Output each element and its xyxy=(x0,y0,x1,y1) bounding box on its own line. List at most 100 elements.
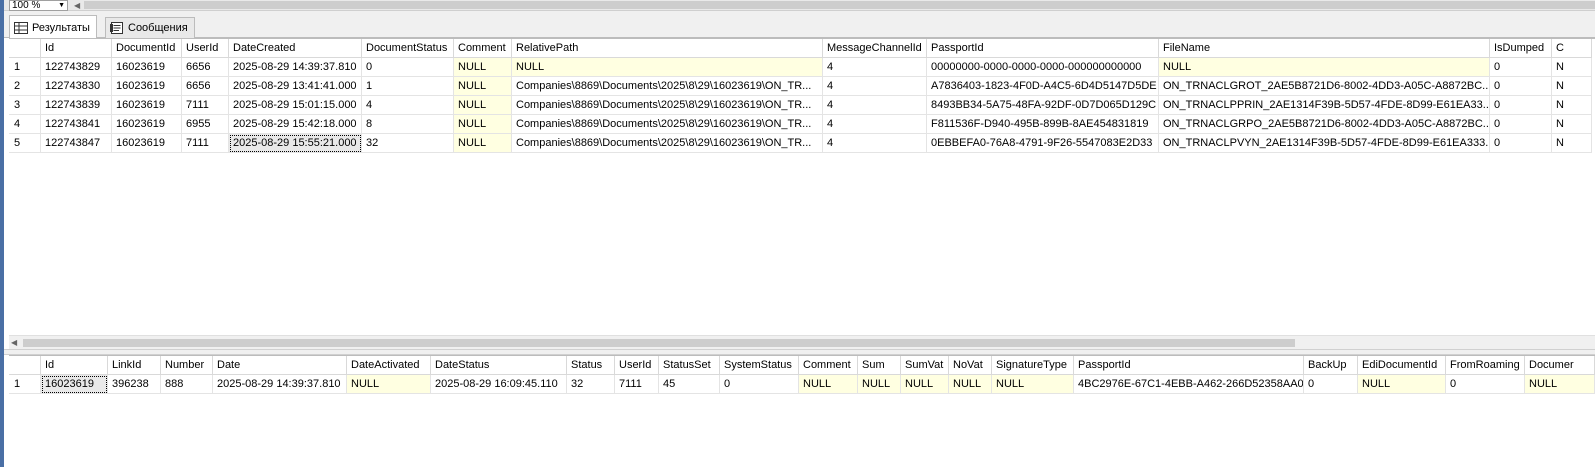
table-cell[interactable]: 122743841 xyxy=(41,115,112,134)
table-cell[interactable]: 8 xyxy=(362,115,454,134)
header-corner[interactable] xyxy=(9,39,41,58)
column-header-isdumped[interactable]: IsDumped xyxy=(1490,39,1552,58)
table-cell[interactable]: 122743839 xyxy=(41,96,112,115)
table-cell[interactable]: 2025-08-29 15:01:15.000 xyxy=(229,96,362,115)
table-cell[interactable]: Companies\8869\Documents\2025\8\29\16023… xyxy=(512,134,823,153)
table-cell[interactable]: 0 xyxy=(362,58,454,77)
column-header-userid[interactable]: UserId xyxy=(615,356,659,375)
row-number[interactable]: 3 xyxy=(9,96,41,115)
chevron-down-icon[interactable]: ▼ xyxy=(58,1,65,10)
row-number[interactable]: 1 xyxy=(9,375,41,394)
table-cell[interactable]: 122743829 xyxy=(41,58,112,77)
tab-results[interactable]: Результаты xyxy=(9,15,97,39)
table-cell[interactable]: 2025-08-29 15:42:18.000 xyxy=(229,115,362,134)
column-header-messagechannelid[interactable]: MessageChannelId xyxy=(823,39,927,58)
table-cell[interactable]: ON_TRNACLPVYN_2AE1314F39B-5D57-4FDE-8D99… xyxy=(1159,134,1490,153)
table-cell[interactable]: NULL xyxy=(1358,375,1446,394)
scroll-left-icon[interactable]: ◀ xyxy=(11,336,17,350)
table-cell[interactable]: 8493BB34-5A75-48FA-92DF-0D7D065D129C xyxy=(927,96,1159,115)
table-cell[interactable]: 1 xyxy=(362,77,454,96)
table-cell[interactable]: 4BC2976E-67C1-4EBB-A462-266D52358AA0 xyxy=(1074,375,1304,394)
scroll-left-icon[interactable]: ◀ xyxy=(74,0,80,11)
column-header-userid[interactable]: UserId xyxy=(182,39,229,58)
tab-messages[interactable]: Сообщения xyxy=(105,17,195,38)
table-cell[interactable]: 16023619 xyxy=(112,58,182,77)
table-cell[interactable]: ON_TRNACLGRPO_2AE5B8721D6-8002-4DD3-A05C… xyxy=(1159,115,1490,134)
table-cell[interactable]: 16023619 xyxy=(112,77,182,96)
column-header-id[interactable]: Id xyxy=(41,39,112,58)
column-header-relativepath[interactable]: RelativePath xyxy=(512,39,823,58)
column-header-date[interactable]: Date xyxy=(213,356,347,375)
table-cell[interactable]: NULL xyxy=(454,96,512,115)
table-cell[interactable]: 122743847 xyxy=(41,134,112,153)
column-header-dateactivated[interactable]: DateActivated xyxy=(347,356,431,375)
column-header-fromroaming[interactable]: FromRoaming xyxy=(1446,356,1525,375)
grid1-scroll-thumb[interactable] xyxy=(23,339,1295,347)
table-cell[interactable]: 6656 xyxy=(182,58,229,77)
table-cell[interactable]: 396238 xyxy=(108,375,161,394)
table-cell[interactable]: 32 xyxy=(567,375,615,394)
table-cell[interactable]: NULL xyxy=(454,77,512,96)
table-cell[interactable]: 6656 xyxy=(182,77,229,96)
column-header-signaturetype[interactable]: SignatureType xyxy=(992,356,1074,375)
column-header-backup[interactable]: BackUp xyxy=(1304,356,1358,375)
table-cell[interactable]: 2025-08-29 14:39:37.810 xyxy=(213,375,347,394)
table-cell[interactable]: 16023619 xyxy=(112,96,182,115)
table-cell[interactable]: 0 xyxy=(1490,58,1552,77)
column-header-documentstatus[interactable]: DocumentStatus xyxy=(362,39,454,58)
row-number[interactable]: 5 xyxy=(9,134,41,153)
column-header-documer[interactable]: Documer xyxy=(1525,356,1595,375)
table-cell[interactable]: N xyxy=(1552,58,1592,77)
table-cell[interactable]: 4 xyxy=(823,115,927,134)
table-cell[interactable]: NULL xyxy=(949,375,992,394)
table-cell[interactable]: 7111 xyxy=(182,134,229,153)
column-header-sum[interactable]: Sum xyxy=(858,356,901,375)
column-header-comment[interactable]: Comment xyxy=(454,39,512,58)
table-cell[interactable]: 6955 xyxy=(182,115,229,134)
column-header-linkid[interactable]: LinkId xyxy=(108,356,161,375)
column-header-number[interactable]: Number xyxy=(161,356,213,375)
table-cell[interactable]: 7111 xyxy=(182,96,229,115)
column-header-documentid[interactable]: DocumentId xyxy=(112,39,182,58)
column-header-edidocumentid[interactable]: EdiDocumentId xyxy=(1358,356,1446,375)
row-number[interactable]: 4 xyxy=(9,115,41,134)
column-header-datestatus[interactable]: DateStatus xyxy=(431,356,567,375)
table-cell[interactable]: 888 xyxy=(161,375,213,394)
column-header-datecreated[interactable]: DateCreated xyxy=(229,39,362,58)
column-header-sumvat[interactable]: SumVat xyxy=(901,356,949,375)
table-cell[interactable]: 16023619 xyxy=(41,375,108,394)
table-cell[interactable]: NULL xyxy=(512,58,823,77)
results-grid-2[interactable]: Id LinkId Number Date DateActivated DateStatu… xyxy=(9,355,1595,467)
table-cell[interactable]: 4 xyxy=(362,96,454,115)
table-cell[interactable]: 0EBBEFA0-76A8-4791-9F26-5547083E2D33 xyxy=(927,134,1159,153)
table-cell[interactable]: 4 xyxy=(823,134,927,153)
table-cell[interactable]: A7836403-1823-4F0D-A4C5-6D4D5147D5DE xyxy=(927,77,1159,96)
column-header-passportid[interactable]: PassportId xyxy=(927,39,1159,58)
column-header-passportid[interactable]: PassportId xyxy=(1074,356,1304,375)
header-corner[interactable] xyxy=(9,356,41,375)
table-cell[interactable]: 0 xyxy=(720,375,799,394)
table-cell[interactable]: NULL xyxy=(454,134,512,153)
table-cell[interactable]: 2025-08-29 16:09:45.110 xyxy=(431,375,567,394)
table-cell[interactable]: N xyxy=(1552,96,1592,115)
table-cell[interactable]: 0 xyxy=(1490,77,1552,96)
column-header-status[interactable]: Status xyxy=(567,356,615,375)
table-cell[interactable]: 0 xyxy=(1490,115,1552,134)
table-cell[interactable]: NULL xyxy=(454,58,512,77)
table-cell[interactable]: N xyxy=(1552,134,1592,153)
column-header-novat[interactable]: NoVat xyxy=(949,356,992,375)
table-cell[interactable]: NULL xyxy=(858,375,901,394)
table-cell[interactable]: NULL xyxy=(1525,375,1595,394)
table-cell[interactable]: NULL xyxy=(992,375,1074,394)
table-cell[interactable]: F811536F-D940-495B-899B-8AE454831819 xyxy=(927,115,1159,134)
table-cell[interactable]: 2025-08-29 14:39:37.810 xyxy=(229,58,362,77)
table-cell[interactable]: 4 xyxy=(823,58,927,77)
table-cell[interactable]: 4 xyxy=(823,96,927,115)
top-scrollbar-thumb[interactable] xyxy=(84,1,1595,9)
table-cell[interactable]: 7111 xyxy=(615,375,659,394)
table-cell[interactable]: ON_TRNACLGROT_2AE5B8721D6-8002-4DD3-A05C… xyxy=(1159,77,1490,96)
table-cell[interactable]: N xyxy=(1552,115,1592,134)
results-grid-1[interactable]: Id DocumentId UserId DateCreated DocumentSta… xyxy=(9,38,1595,335)
table-cell[interactable]: ON_TRNACLPPRIN_2AE1314F39B-5D57-4FDE-8D9… xyxy=(1159,96,1490,115)
table-cell[interactable]: 2025-08-29 13:41:41.000 xyxy=(229,77,362,96)
